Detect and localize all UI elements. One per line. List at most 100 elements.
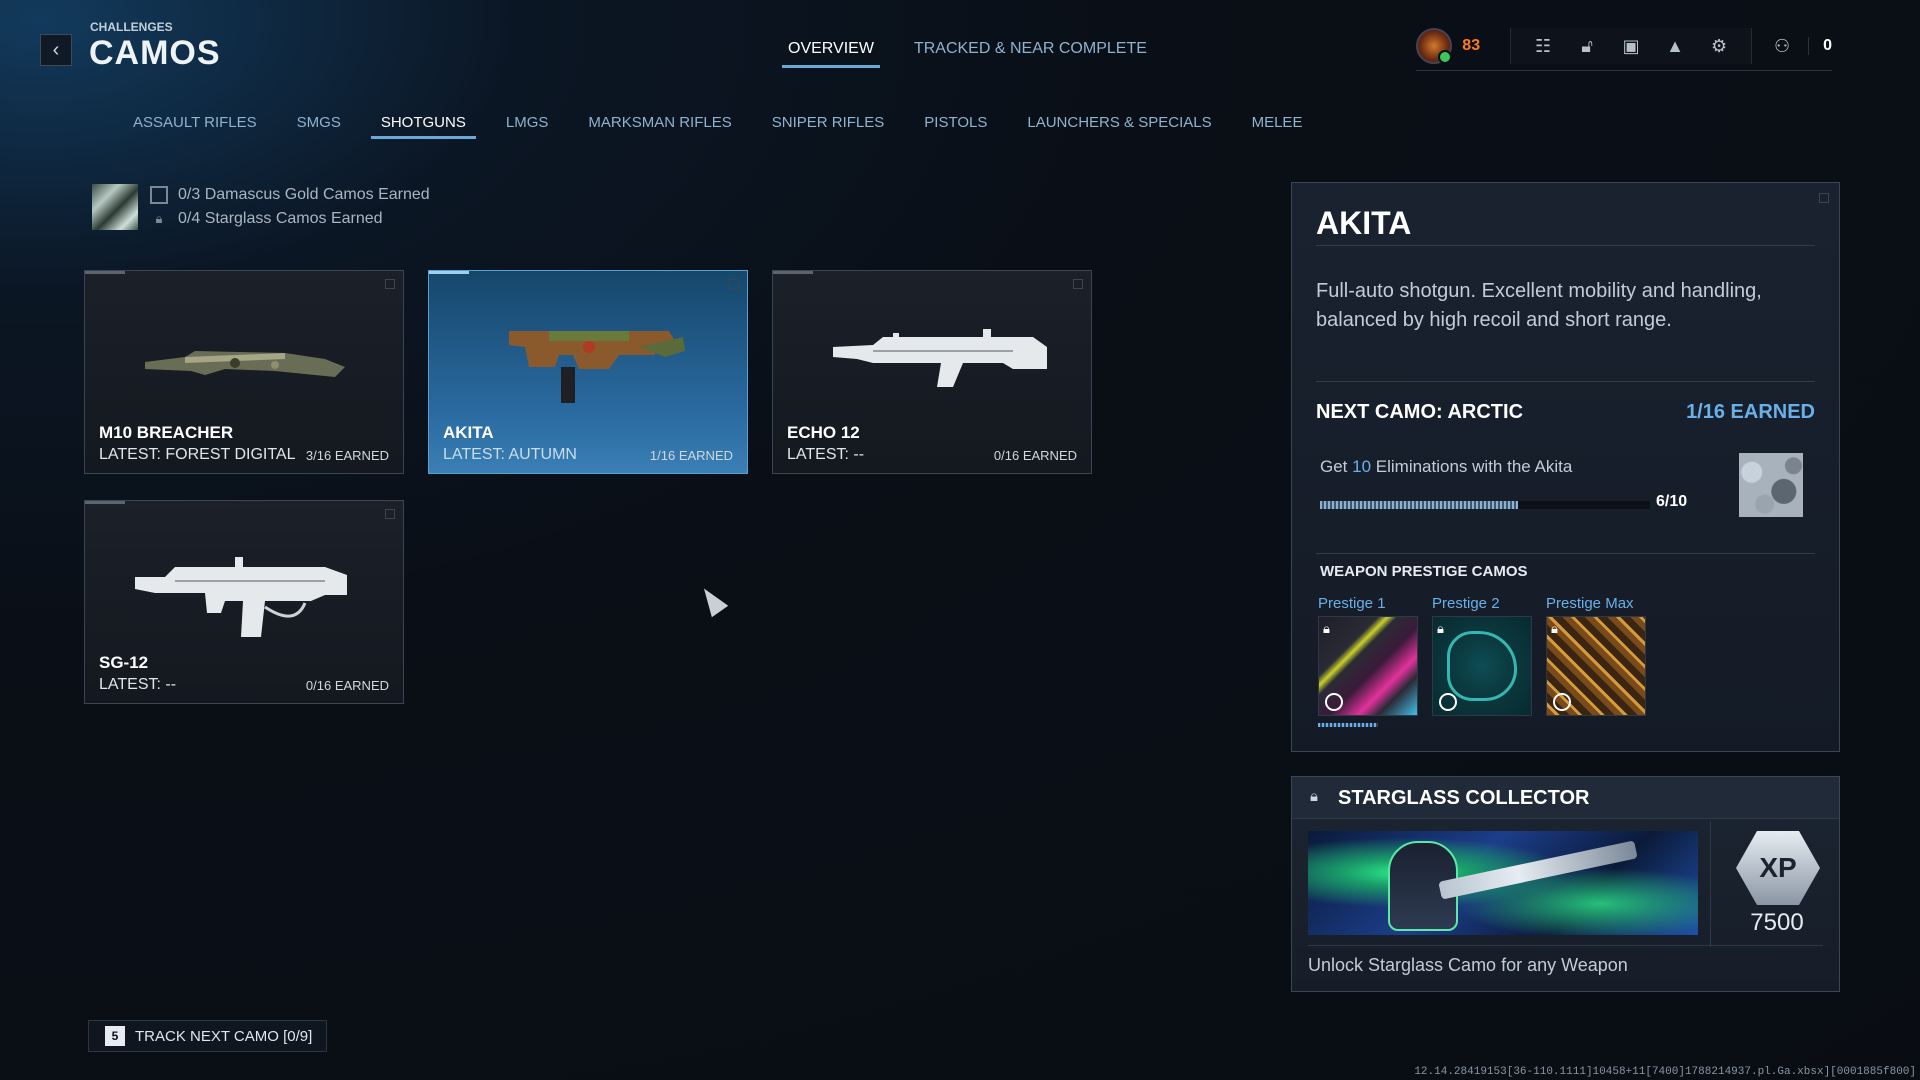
weapon-name: AKITA <box>443 423 494 442</box>
tab-sniper-rifles[interactable]: SNIPER RIFLES <box>772 114 885 139</box>
status-icons: ☷ 🔓︎ ▣ ▲ ⚙ <box>1510 28 1753 64</box>
tab-overview[interactable]: OVERVIEW <box>782 40 880 68</box>
prestige-label: Prestige 1 <box>1318 595 1386 612</box>
challenge-text: Get 10 Eliminations with the Akita <box>1320 457 1572 477</box>
reward-description: Unlock Starglass Camo for any Weapon <box>1308 955 1628 975</box>
weapon-name: M10 BREACHER <box>99 423 234 442</box>
weapon-card-akita[interactable]: AKITA LATEST: AUTUMN 1/16 EARNED <box>428 270 748 474</box>
weapon-detail-panel: AKITA Full-auto shotgun. Excellent mobil… <box>1291 182 1840 752</box>
next-camo-earned: 1/16 EARNED <box>1686 401 1815 423</box>
xp-label: XP <box>1759 852 1797 883</box>
gold-summary-text: 0/3 Damascus Gold Camos Earned <box>178 186 430 203</box>
tab-marksman-rifles[interactable]: MARKSMAN RIFLES <box>588 114 731 139</box>
prestige-max-swatch: 🔒︎ <box>1546 616 1646 716</box>
challenge-progress-text: 6/10 <box>1656 493 1688 510</box>
status-bar: 83 ☷ 🔓︎ ▣ ▲ ⚙ ⚇ 0 <box>1416 28 1832 71</box>
weapon-earned: 3/16 EARNED <box>305 448 389 463</box>
reward-title: STARGLASS COLLECTOR <box>1338 787 1590 809</box>
prestige-label: Prestige 2 <box>1432 595 1500 612</box>
share-icon <box>1553 693 1571 711</box>
weapon-earned: 0/16 EARNED <box>305 678 389 693</box>
starglass-summary: 🔒︎ 0/4 Starglass Camos Earned <box>150 210 430 228</box>
weapon-latest-camo: LATEST: -- <box>99 676 177 693</box>
weapon-card-sg-12[interactable]: SG-12 LATEST: -- 0/16 EARNED <box>84 500 404 704</box>
top-tabs: OVERVIEW TRACKED & NEAR COMPLETE <box>782 40 1147 68</box>
prestige-camos: Prestige 1 🔒︎ Prestige 2 🔒︎ Prestige Max… <box>1318 595 1646 716</box>
m10-breacher-image <box>145 351 345 377</box>
xp-value: 7500 <box>1750 909 1804 936</box>
challenge-prefix: Get <box>1320 457 1353 476</box>
tab-tracked-near-complete[interactable]: TRACKED & NEAR COMPLETE <box>914 40 1147 68</box>
party-icon: ⚇ <box>1774 35 1791 56</box>
weapon-latest-camo: LATEST: AUTUMN <box>443 446 577 463</box>
weapon-card-echo-12[interactable]: ECHO 12 LATEST: -- 0/16 EARNED <box>772 270 1092 474</box>
unlock-icon[interactable]: 🔓︎ <box>1575 34 1599 58</box>
echo-12-image <box>833 329 1047 387</box>
prestige-title: WEAPON PRESTIGE CAMOS <box>1320 563 1528 580</box>
lock-icon: 🔒︎ <box>1310 788 1318 805</box>
chevron-left-icon: ‹ <box>52 38 60 61</box>
share-icon <box>1325 693 1343 711</box>
starglass-summary-text: 0/4 Starglass Camos Earned <box>178 210 383 227</box>
weapon-earned: 1/16 EARNED <box>649 448 733 463</box>
reward-panel[interactable]: 🔒︎ STARGLASS COLLECTOR XP 7500 Unlock St… <box>1291 776 1840 992</box>
sg-12-image <box>135 557 347 637</box>
track-next-camo-button[interactable]: 5 TRACK NEXT CAMO [0/9] <box>88 1020 328 1052</box>
tab-lmgs[interactable]: LMGS <box>506 114 549 139</box>
party-count: 0 <box>1808 37 1832 55</box>
weapon-card-m10-breacher[interactable]: M10 BREACHER LATEST: FOREST DIGITAL 3/16… <box>84 270 404 474</box>
tab-smgs[interactable]: SMGS <box>297 114 341 139</box>
camera-icon[interactable]: ▣ <box>1619 34 1643 58</box>
prestige-label: Prestige Max <box>1546 595 1634 612</box>
tab-launchers-specials[interactable]: LAUNCHERS & SPECIALS <box>1027 114 1211 139</box>
grid-icon[interactable]: ☷ <box>1531 34 1555 58</box>
mastery-camo-thumbnail <box>92 184 138 230</box>
weapon-name: ECHO 12 <box>787 423 860 442</box>
challenge-suffix: Eliminations with the Akita <box>1371 457 1573 476</box>
detail-title: AKITA <box>1316 205 1412 241</box>
track-next-camo-label: TRACK NEXT CAMO [0/9] <box>135 1027 313 1045</box>
prestige-camo-2[interactable]: Prestige 2 🔒︎ <box>1432 595 1532 716</box>
weapon-latest-camo: LATEST: -- <box>787 446 865 463</box>
bell-icon[interactable]: ▲ <box>1663 34 1687 58</box>
weapon-latest-camo: LATEST: FOREST DIGITAL <box>99 446 296 463</box>
weapon-earned: 0/16 EARNED <box>993 448 1077 463</box>
key-hint: 5 <box>105 1026 125 1046</box>
player-level: 83 <box>1462 37 1481 54</box>
checkbox-icon <box>150 186 168 204</box>
detail-description: Full-auto shotgun. Excellent mobility an… <box>1316 280 1762 331</box>
tab-assault-rifles[interactable]: ASSAULT RIFLES <box>133 114 257 139</box>
lock-icon: 🔒︎ <box>1437 621 1444 636</box>
build-string: 12.14.28419153[36-110.1111]10458+11[7400… <box>1414 1066 1916 1078</box>
lock-icon: 🔒︎ <box>1323 621 1330 636</box>
avatar[interactable] <box>1416 28 1453 64</box>
reward-artwork <box>1308 831 1698 935</box>
prestige-camo-1[interactable]: Prestige 1 🔒︎ <box>1318 595 1418 716</box>
mouse-cursor <box>695 582 729 618</box>
prestige-1-swatch: 🔒︎ <box>1318 616 1418 716</box>
akita-image <box>509 331 685 403</box>
page-title: CAMOS <box>89 34 221 72</box>
breadcrumb: CHALLENGES <box>90 20 173 34</box>
prestige-camo-max[interactable]: Prestige Max 🔒︎ <box>1546 595 1646 716</box>
back-button[interactable]: ‹ <box>40 34 72 66</box>
camo-summary: 0/3 Damascus Gold Camos Earned 🔒︎ 0/4 St… <box>92 184 430 230</box>
next-camo-label: NEXT CAMO: ARCTIC <box>1316 401 1524 423</box>
lock-icon: 🔒︎ <box>1551 621 1558 636</box>
lock-icon: 🔒︎ <box>155 211 163 226</box>
party[interactable]: ⚇ 0 <box>1752 34 1832 58</box>
tab-pistols[interactable]: PISTOLS <box>924 114 987 139</box>
gear-icon[interactable]: ⚙ <box>1707 34 1731 58</box>
prestige-progress <box>1318 723 1378 727</box>
prestige-2-swatch: 🔒︎ <box>1432 616 1532 716</box>
xp-icon: XP <box>1736 831 1820 905</box>
tab-shotguns[interactable]: SHOTGUNS <box>370 114 476 139</box>
challenge-count: 10 <box>1352 457 1372 476</box>
challenge-progress-bar <box>1320 501 1650 509</box>
category-tabs: ASSAULT RIFLES SMGS SHOTGUNS LMGS MARKSM… <box>133 114 1302 139</box>
arctic-camo-swatch[interactable] <box>1739 453 1803 517</box>
weapon-name: SG-12 <box>99 653 149 672</box>
gold-summary: 0/3 Damascus Gold Camos Earned <box>150 186 430 204</box>
share-icon <box>1439 693 1457 711</box>
tab-melee[interactable]: MELEE <box>1252 114 1303 139</box>
